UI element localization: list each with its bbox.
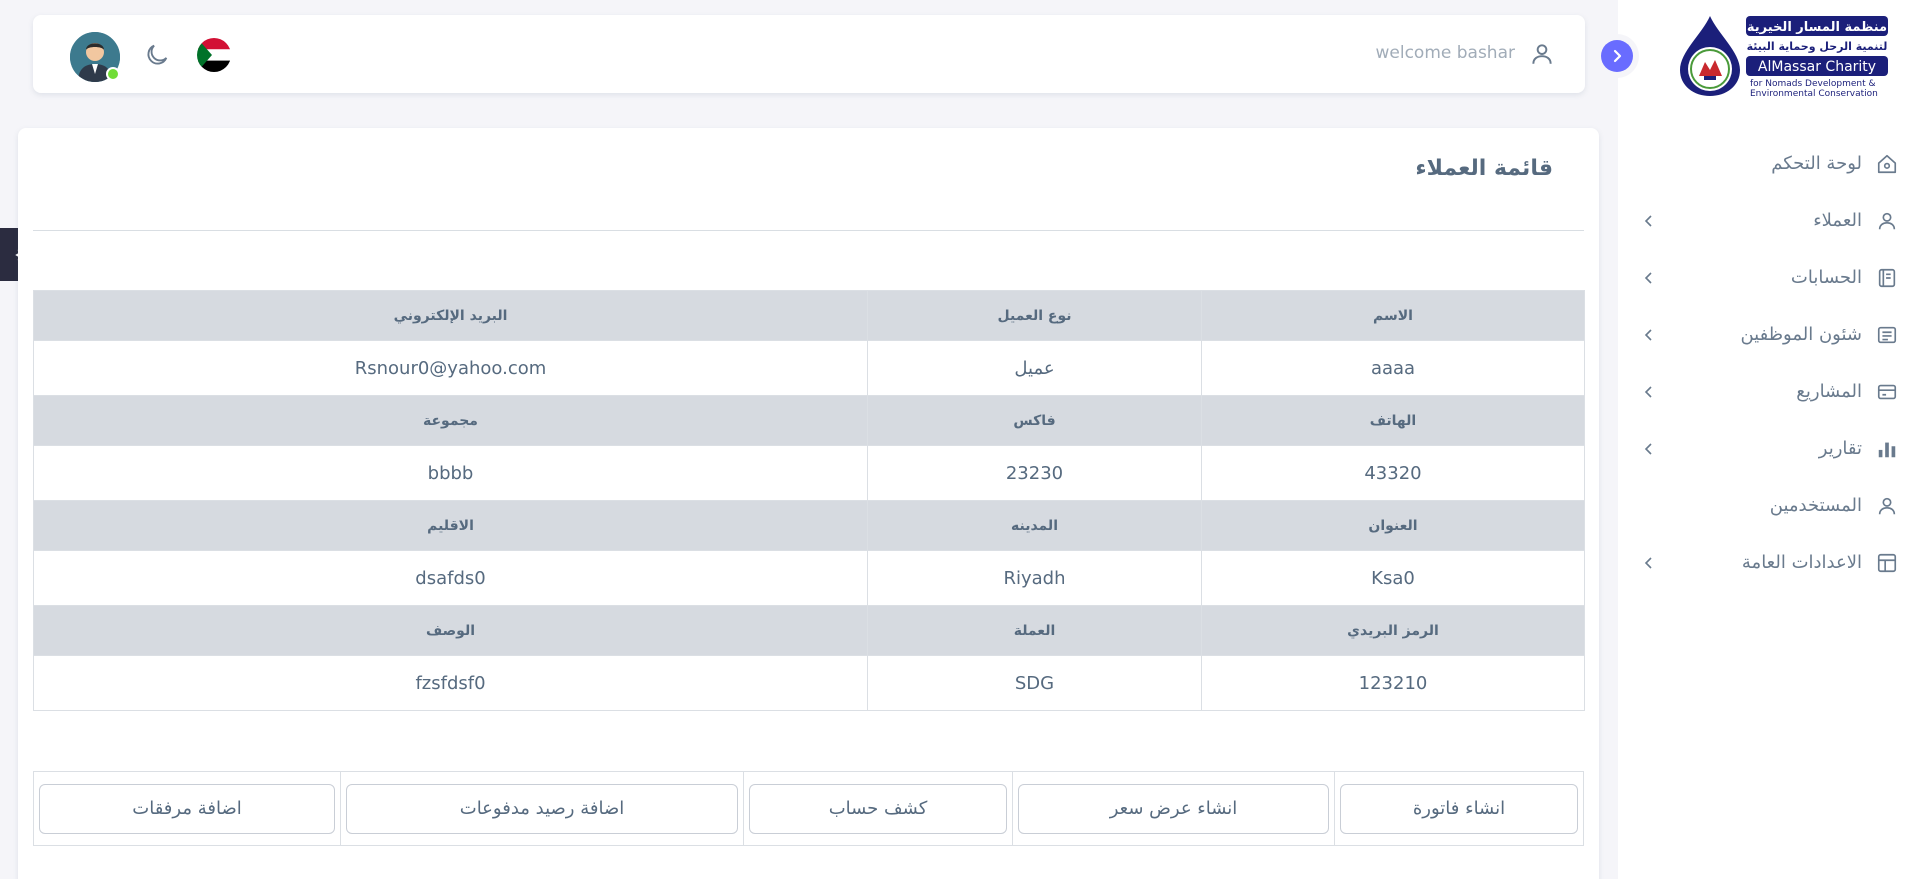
welcome-text: welcome bashar bbox=[1375, 43, 1515, 63]
customer-details-card: قائمة العملاء الاسم نوع العميل البريد ال… bbox=[18, 128, 1599, 879]
customer-details-table: الاسم نوع العميل البريد الإلكتروني aaaa … bbox=[33, 290, 1585, 711]
document-icon bbox=[1874, 322, 1900, 348]
value-region: dsafds0 bbox=[33, 550, 868, 606]
chevron-left-icon bbox=[1642, 385, 1656, 399]
sidebar-item-dashboard[interactable]: لوحة التحكم bbox=[1618, 135, 1920, 192]
value-currency: SDG bbox=[867, 655, 1202, 711]
value-description: fzsfdsf0 bbox=[33, 655, 868, 711]
sidebar-item-label: الحسابات bbox=[1790, 267, 1862, 288]
actions-bar: انشاء فاتورة انشاء عرض سعر كشف حساب اضاف… bbox=[33, 771, 1584, 846]
chevron-right-icon bbox=[1613, 49, 1622, 63]
account-statement-button[interactable]: كشف حساب bbox=[749, 783, 1007, 834]
action-cell: اضافة مرفقات bbox=[34, 772, 340, 845]
header-phone: الهاتف bbox=[1201, 395, 1585, 446]
table-header-row: الهاتف فاكس مجموعة bbox=[33, 395, 1585, 446]
logo-subtitle-ar: لتنمية الرحل وحماية البيئة bbox=[1747, 40, 1888, 53]
bar-chart-icon bbox=[1874, 436, 1900, 462]
header-email: البريد الإلكتروني bbox=[33, 290, 868, 341]
create-quote-button[interactable]: انشاء عرض سعر bbox=[1018, 783, 1329, 834]
table-header-row: الاسم نوع العميل البريد الإلكتروني bbox=[33, 290, 1585, 341]
sidebar-item-label: شئون الموظفين bbox=[1740, 324, 1862, 345]
header-postal-code: الرمز البريدي bbox=[1201, 605, 1585, 656]
sidebar-menu: لوحة التحكم العملاء الحسابات شئون الموظف… bbox=[1618, 135, 1920, 591]
sidebar-item-label: لوحة التحكم bbox=[1771, 153, 1862, 174]
header-name: الاسم bbox=[1201, 290, 1585, 341]
divider bbox=[33, 230, 1584, 231]
value-customer-type: عميل bbox=[867, 340, 1202, 396]
user-icon bbox=[1874, 493, 1900, 519]
value-city: Riyadh bbox=[867, 550, 1202, 606]
sidebar-item-users[interactable]: المستخدمين bbox=[1618, 477, 1920, 534]
sidebar-item-accounts[interactable]: الحسابات bbox=[1618, 249, 1920, 306]
value-email: Rsnour0@yahoo.com bbox=[33, 340, 868, 396]
online-status-dot bbox=[106, 67, 120, 81]
user-icon[interactable] bbox=[1529, 41, 1555, 67]
page-title: قائمة العملاء bbox=[1415, 156, 1553, 181]
almassar-logo[interactable]: منظمة المسار الخيرية لتنمية الرحل وحماية… bbox=[1674, 14, 1890, 99]
sidebar-item-customers[interactable]: العملاء bbox=[1618, 192, 1920, 249]
add-payment-balance-button[interactable]: اضافة رصيد مدفوعات bbox=[346, 783, 738, 834]
sidebar-item-general-settings[interactable]: الاعدادات العامة bbox=[1618, 534, 1920, 591]
create-invoice-button[interactable]: انشاء فاتورة bbox=[1340, 783, 1578, 834]
chevron-left-icon bbox=[1642, 442, 1656, 456]
value-postal-code: 123210 bbox=[1201, 655, 1585, 711]
action-cell: انشاء فاتورة bbox=[1334, 772, 1583, 845]
header-city: المدينه bbox=[867, 500, 1202, 551]
header-fax: فاكس bbox=[867, 395, 1202, 446]
sudan-flag-icon[interactable] bbox=[197, 38, 231, 72]
header-group: مجموعة bbox=[33, 395, 868, 446]
sidebar-item-label: الاعدادات العامة bbox=[1741, 552, 1862, 573]
header-currency: العملة bbox=[867, 605, 1202, 656]
table-row: Ksa0 Riyadh dsafds0 bbox=[33, 550, 1585, 606]
value-phone: 43320 bbox=[1201, 445, 1585, 501]
add-attachments-button[interactable]: اضافة مرفقات bbox=[39, 783, 335, 834]
chevron-left-icon bbox=[1642, 214, 1656, 228]
sidebar-item-label: العملاء bbox=[1813, 210, 1862, 231]
sidebar-item-reports[interactable]: تقارير bbox=[1618, 420, 1920, 477]
table-header-row: الرمز البريدي العملة الوصف bbox=[33, 605, 1585, 656]
sidebar-item-label: تقارير bbox=[1818, 438, 1862, 459]
header-address: العنوان bbox=[1201, 500, 1585, 551]
table-row: aaaa عميل Rsnour0@yahoo.com bbox=[33, 340, 1585, 396]
header-customer-type: نوع العميل bbox=[867, 290, 1202, 341]
sidebar-item-label: المستخدمين bbox=[1769, 495, 1862, 516]
header-region: الاقليم bbox=[33, 500, 868, 551]
moon-icon[interactable] bbox=[143, 41, 171, 69]
logo-title-ar: منظمة المسار الخيرية bbox=[1747, 20, 1887, 35]
header-description: الوصف bbox=[33, 605, 868, 656]
user-icon bbox=[1874, 208, 1900, 234]
chevron-left-icon bbox=[1642, 328, 1656, 342]
logo-title-en: AlMassar Charity bbox=[1758, 59, 1876, 75]
sidebar-item-label: المشاريع bbox=[1796, 381, 1862, 402]
sidebar: منظمة المسار الخيرية لتنمية الرحل وحماية… bbox=[1601, 0, 1920, 879]
logo-subtitle-en-2: Environmental Conservation bbox=[1750, 89, 1878, 98]
value-fax: 23230 bbox=[867, 445, 1202, 501]
value-address: Ksa0 bbox=[1201, 550, 1585, 606]
top-navbar: welcome bashar bbox=[33, 15, 1585, 93]
sidebar-item-hr[interactable]: شئون الموظفين bbox=[1618, 306, 1920, 363]
action-cell: اضافة رصيد مدفوعات bbox=[340, 772, 743, 845]
home-icon bbox=[1874, 151, 1900, 177]
table-header-row: العنوان المدينه الاقليم bbox=[33, 500, 1585, 551]
credit-card-icon bbox=[1874, 379, 1900, 405]
chevron-left-icon bbox=[1642, 271, 1656, 285]
table-row: 43320 23230 bbbb bbox=[33, 445, 1585, 501]
value-group: bbbb bbox=[33, 445, 868, 501]
sidebar-item-projects[interactable]: المشاريع bbox=[1618, 363, 1920, 420]
logo-subtitle-en-1: for Nomads Development & bbox=[1750, 79, 1876, 89]
action-cell: انشاء عرض سعر bbox=[1012, 772, 1334, 845]
value-name: aaaa bbox=[1201, 340, 1585, 396]
table-row: 123210 SDG fzsfdsf0 bbox=[33, 655, 1585, 711]
book-icon bbox=[1874, 265, 1900, 291]
action-cell: كشف حساب bbox=[743, 772, 1012, 845]
sidebar-collapse-button[interactable] bbox=[1601, 40, 1633, 72]
chevron-left-icon bbox=[1642, 556, 1656, 570]
layout-icon bbox=[1874, 550, 1900, 576]
